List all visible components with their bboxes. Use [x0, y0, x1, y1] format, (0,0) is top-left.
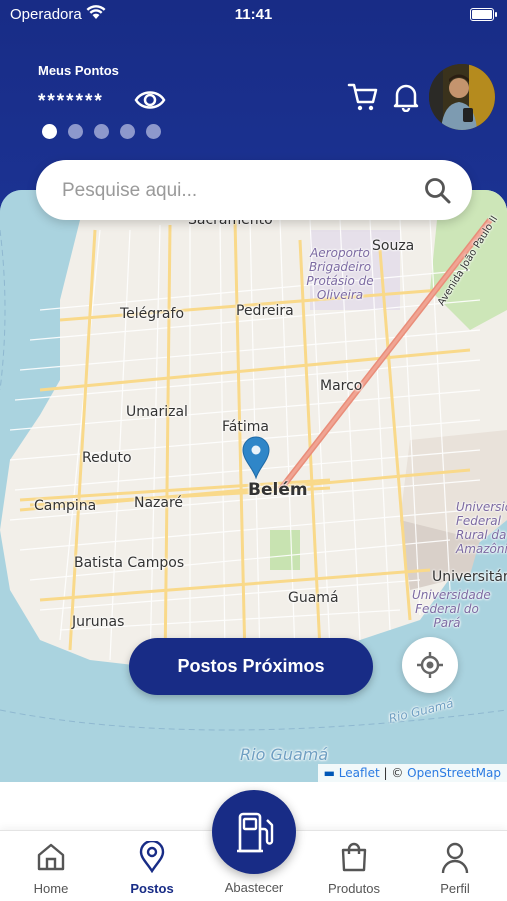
tab-label: Postos	[130, 881, 174, 896]
tab-produtos[interactable]: Produtos	[309, 831, 399, 901]
map-label: Nazaré	[134, 495, 184, 511]
carousel-dots	[42, 124, 161, 139]
tab-abastecer-label: Abastecer	[224, 880, 284, 895]
clock: 11:41	[234, 6, 273, 23]
map-label: Campina	[34, 498, 97, 514]
crosshair-icon	[417, 652, 443, 678]
map-label: Batista Campos	[74, 555, 185, 571]
map-label: Reduto	[82, 450, 132, 466]
map-label: Telégrafo	[120, 306, 185, 322]
points-value: *******	[38, 91, 104, 112]
avatar[interactable]	[429, 64, 495, 130]
map-label: Umarizal	[126, 404, 188, 420]
fuel-pump-icon	[237, 812, 274, 853]
tab-label: Perfil	[440, 881, 470, 896]
carousel-dot[interactable]	[120, 124, 135, 139]
bell-icon[interactable]	[392, 82, 420, 112]
tab-home[interactable]: Home	[6, 831, 96, 901]
search-bar	[36, 160, 472, 220]
locate-button[interactable]	[402, 637, 458, 693]
map-label: Fátima	[222, 419, 269, 435]
carousel-dot[interactable]	[68, 124, 83, 139]
map-label: Aeroporto Brigadeiro Protásio de Oliveir…	[306, 246, 374, 302]
home-icon	[37, 843, 65, 871]
cart-icon[interactable]	[347, 82, 379, 112]
status-bar: Operadora 11:41	[0, 0, 507, 30]
shopping-bag-icon	[341, 842, 367, 872]
search-input[interactable]	[60, 175, 404, 207]
map-label: Universitár	[432, 569, 507, 585]
carousel-dot[interactable]	[42, 124, 57, 139]
map-attribution: ▬ Leaflet | © OpenStreetMap	[317, 764, 507, 782]
leaflet-link[interactable]: Leaflet	[339, 766, 380, 780]
map-label: Universidade Federal Rural da Amazônia	[456, 500, 507, 556]
map-label: Belém	[248, 480, 308, 500]
user-icon	[441, 842, 469, 874]
osm-link[interactable]: OpenStreetMap	[407, 766, 501, 780]
tab-label: Home	[33, 881, 69, 896]
map-pin-icon	[139, 841, 165, 873]
search-icon[interactable]	[424, 177, 452, 205]
attribution-separator: | ©	[379, 766, 408, 780]
tab-perfil[interactable]: Perfil	[410, 831, 500, 901]
battery-icon	[470, 8, 497, 21]
points-label: Meus Pontos	[38, 63, 119, 78]
nearby-stations-button[interactable]: Postos Próximos	[129, 638, 373, 695]
map-label: Rio Guamá	[240, 745, 329, 764]
map-label: Jurunas	[72, 614, 125, 630]
tab-label: Produtos	[327, 881, 381, 896]
map-label: Marco	[320, 378, 363, 394]
map-label: Pedreira	[236, 303, 294, 319]
map-label: Guamá	[288, 590, 339, 606]
map-label: Universidade Federal do Pará	[412, 588, 491, 630]
refuel-button[interactable]	[212, 790, 296, 874]
tab-postos[interactable]: Postos	[107, 831, 197, 901]
carousel-dot[interactable]	[146, 124, 161, 139]
eye-icon[interactable]	[134, 86, 166, 114]
carousel-dot[interactable]	[94, 124, 109, 139]
